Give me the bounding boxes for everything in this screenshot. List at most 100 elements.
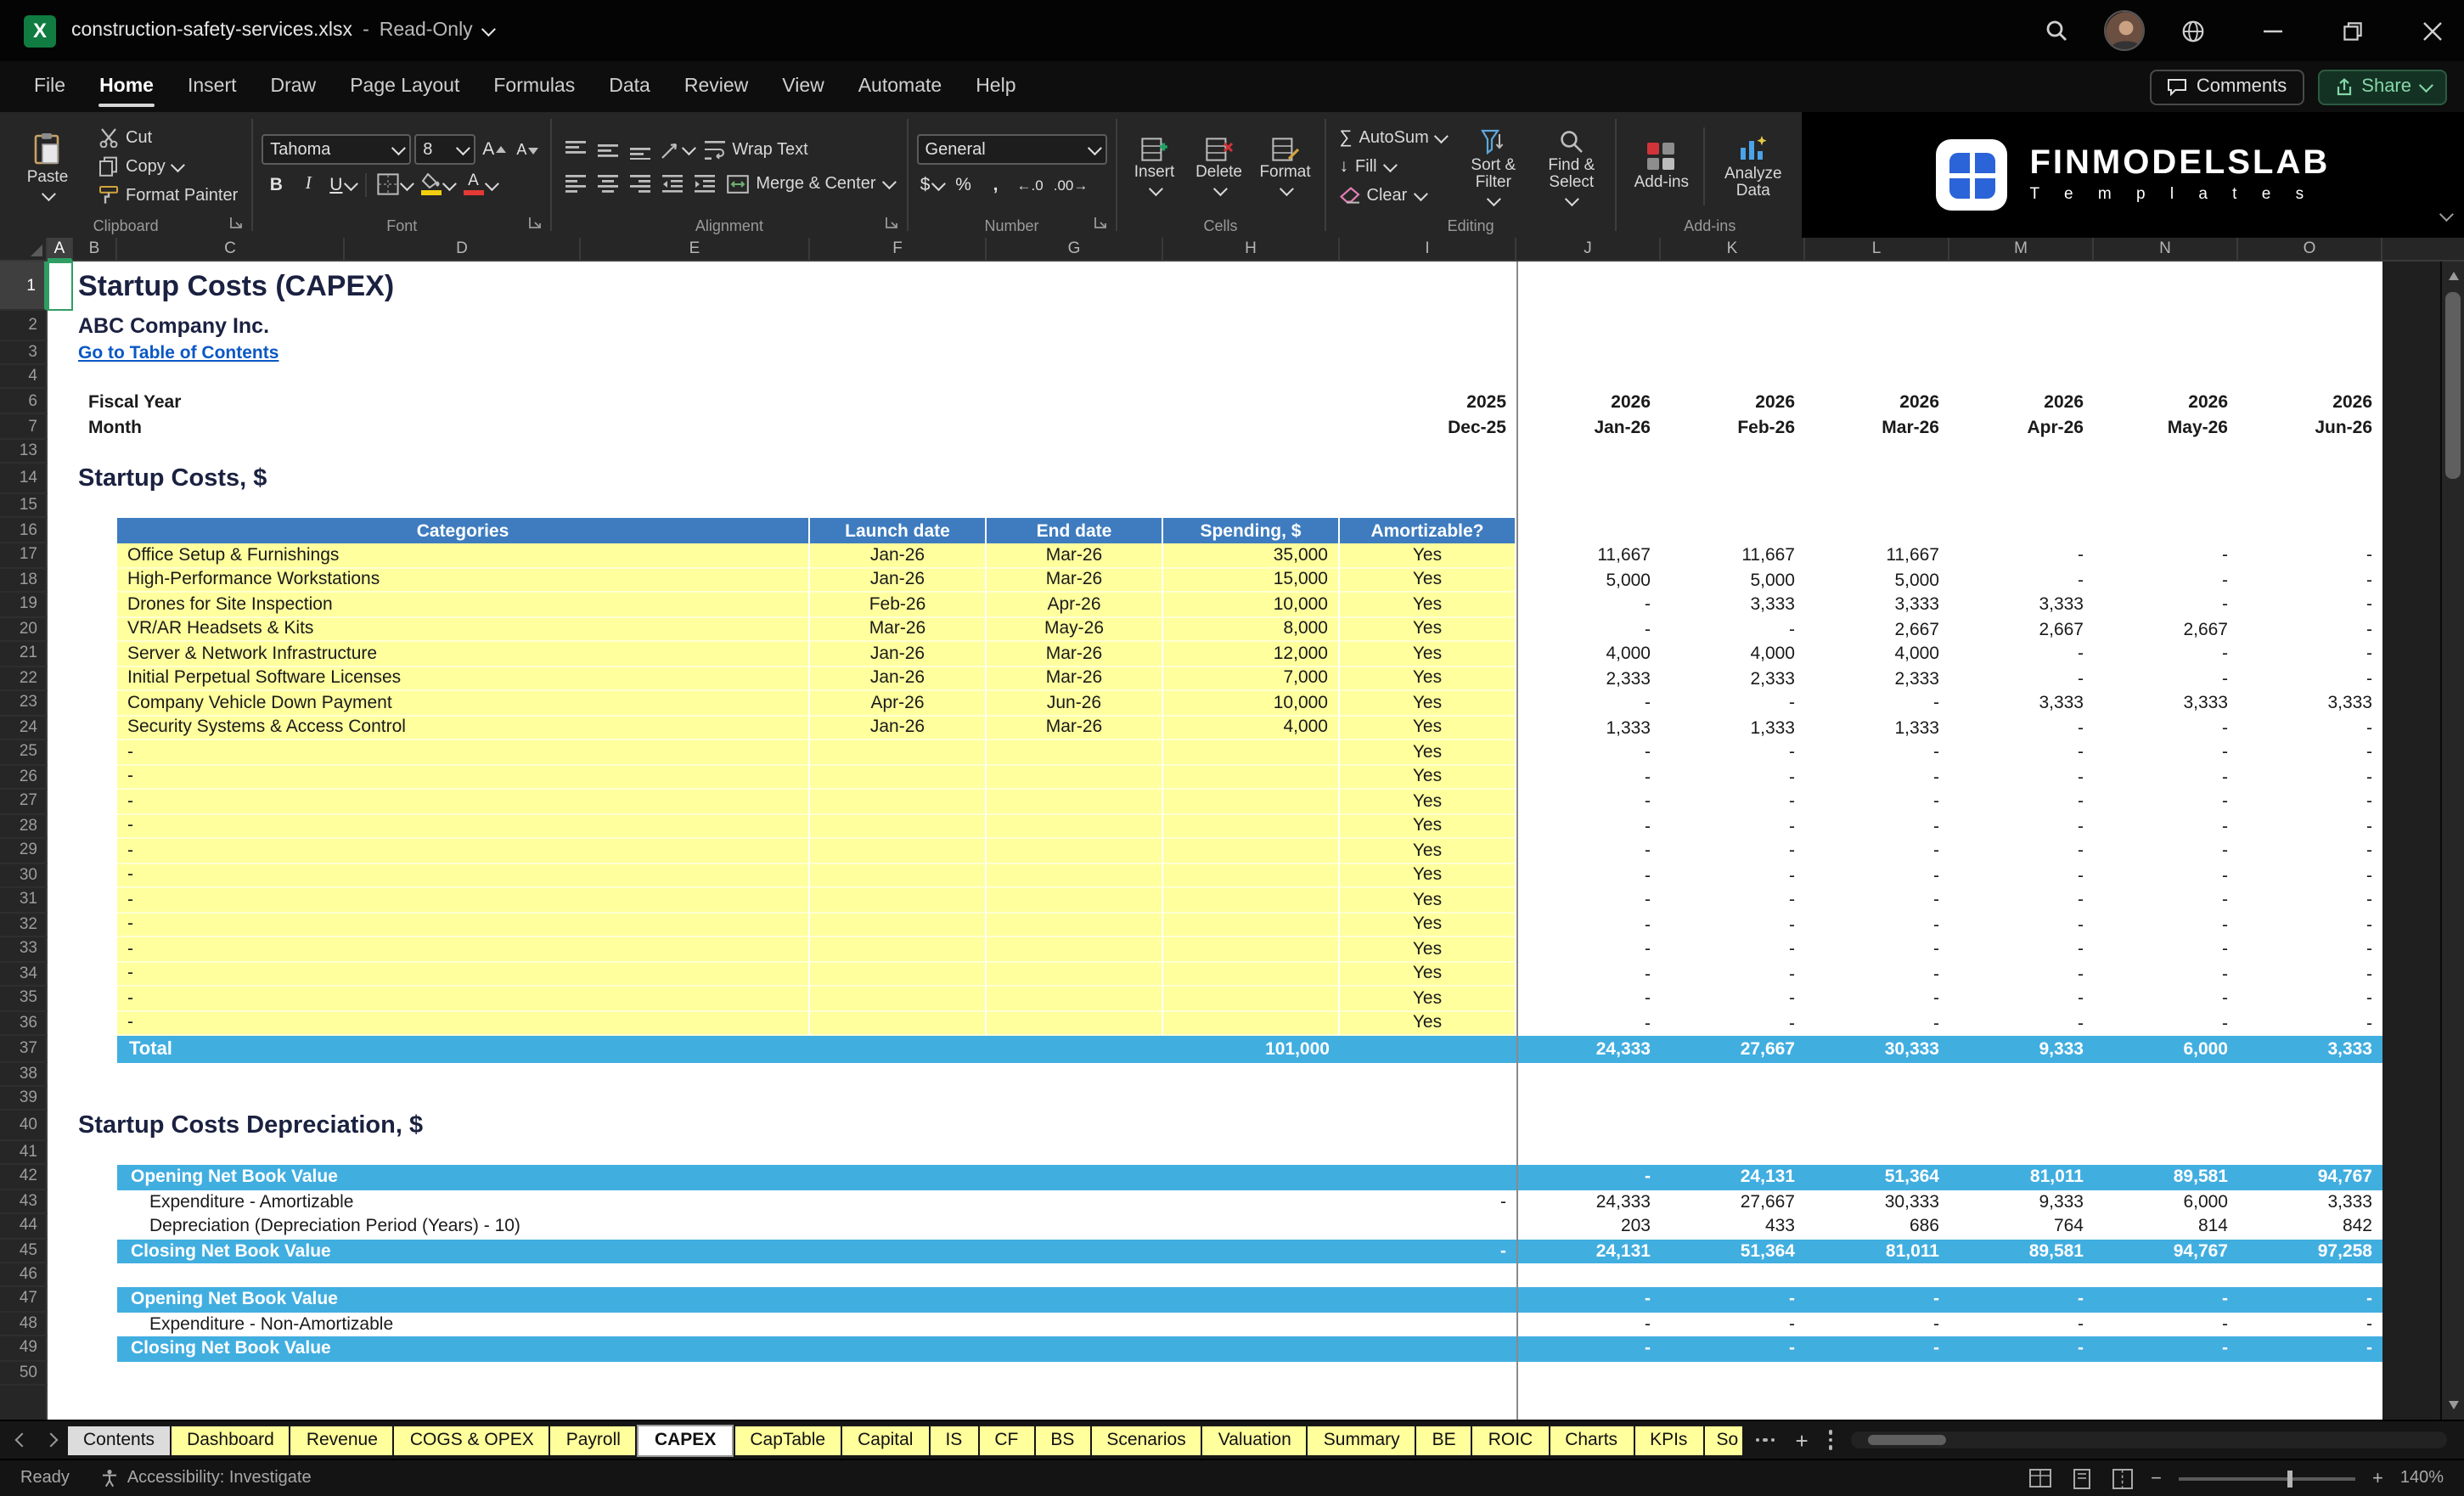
dep-month-cell[interactable]: -: [1805, 1312, 1949, 1336]
launch-date-cell[interactable]: [810, 1011, 987, 1036]
row-header-38[interactable]: 38: [0, 1063, 48, 1087]
restore-button[interactable]: [2320, 0, 2384, 61]
comma-style-button[interactable]: ,: [982, 170, 1010, 199]
insert-cells-button[interactable]: Insert: [1126, 117, 1184, 216]
launch-date-cell[interactable]: [810, 962, 987, 987]
total-month-cell[interactable]: 27,667: [1661, 1036, 1805, 1063]
increase-indent-button[interactable]: [689, 169, 718, 198]
category-cell[interactable]: VR/AR Headsets & Kits: [117, 617, 810, 642]
end-date-cell[interactable]: Mar-26: [987, 568, 1163, 593]
decrease-indent-button[interactable]: [657, 169, 686, 198]
section-heading[interactable]: Startup Costs Depreciation, $: [78, 1111, 859, 1141]
sheet-options-button[interactable]: [1822, 1430, 1840, 1450]
month-value-cell[interactable]: -: [1949, 740, 2094, 765]
month-value-cell[interactable]: -: [1949, 987, 2094, 1011]
column-header-J[interactable]: J: [1516, 238, 1661, 262]
category-cell[interactable]: -: [117, 1011, 810, 1036]
month-value-cell[interactable]: 1,333: [1661, 716, 1805, 740]
band-month-cell[interactable]: 94,767: [2094, 1239, 2238, 1263]
sheet-tab-be[interactable]: BE: [1416, 1426, 1471, 1454]
month-value-cell[interactable]: -: [1661, 987, 1805, 1011]
month-value-cell[interactable]: 3,333: [1949, 691, 2094, 716]
connected-experiences-button[interactable]: [2160, 0, 2225, 61]
orientation-button[interactable]: [657, 135, 697, 164]
period-month-cell[interactable]: 2026: [1516, 389, 1661, 414]
band-label[interactable]: Closing Net Book Value: [121, 1239, 766, 1263]
row-header-23[interactable]: 23: [0, 691, 48, 716]
sheet-tab-payroll[interactable]: Payroll: [550, 1426, 636, 1454]
row-header-31[interactable]: 31: [0, 888, 48, 913]
row-header-4[interactable]: 4: [0, 365, 48, 389]
launch-date-cell[interactable]: [810, 790, 987, 814]
vertical-scrollbar-thumb[interactable]: [2445, 292, 2461, 479]
end-date-cell[interactable]: [987, 790, 1163, 814]
table-header-cell[interactable]: Launch date: [810, 518, 987, 543]
row-header-50[interactable]: 50: [0, 1361, 48, 1385]
month-value-cell[interactable]: -: [1661, 740, 1805, 765]
month-value-cell[interactable]: -: [1805, 937, 1949, 962]
column-header-D[interactable]: D: [345, 238, 581, 262]
sheet-tab-roic[interactable]: ROIC: [1472, 1426, 1549, 1454]
month-value-cell[interactable]: -: [1949, 765, 2094, 790]
dep-month-cell[interactable]: 203: [1516, 1214, 1661, 1239]
month-value-cell[interactable]: -: [1516, 962, 1661, 987]
horizontal-scrollbar-thumb[interactable]: [1868, 1435, 1947, 1445]
month-value-cell[interactable]: -: [1661, 1011, 1805, 1036]
menu-tab-view[interactable]: View: [765, 61, 841, 112]
amortizable-cell[interactable]: Yes: [1340, 913, 1516, 937]
month-value-cell[interactable]: 5,000: [1805, 568, 1949, 593]
end-date-cell[interactable]: Apr-26: [987, 593, 1163, 617]
band-month-cell[interactable]: -: [2094, 1287, 2238, 1312]
cut-button[interactable]: Cut: [93, 123, 243, 152]
dep-month-cell[interactable]: 6,000: [2094, 1189, 2238, 1214]
month-value-cell[interactable]: -: [1661, 617, 1805, 642]
band-month-cell[interactable]: 51,364: [1661, 1239, 1805, 1263]
month-value-cell[interactable]: 2,333: [1805, 666, 1949, 691]
spending-cell[interactable]: 8,000: [1163, 617, 1340, 642]
band-month-cell[interactable]: -: [2094, 1336, 2238, 1361]
month-value-cell[interactable]: -: [2238, 888, 2382, 913]
end-date-cell[interactable]: [987, 839, 1163, 863]
month-value-cell[interactable]: -: [2094, 666, 2238, 691]
month-value-cell[interactable]: -: [1661, 863, 1805, 888]
month-value-cell[interactable]: -: [1516, 740, 1661, 765]
spending-cell[interactable]: [1163, 863, 1340, 888]
launch-date-cell[interactable]: [810, 839, 987, 863]
row-header-45[interactable]: 45: [0, 1239, 48, 1263]
column-header-O[interactable]: O: [2238, 238, 2382, 262]
category-cell[interactable]: Drones for Site Inspection: [117, 593, 810, 617]
period-month-cell[interactable]: May-26: [2094, 414, 2238, 440]
band-month-cell[interactable]: 24,131: [1661, 1165, 1805, 1189]
category-cell[interactable]: -: [117, 790, 810, 814]
month-value-cell[interactable]: -: [1949, 962, 2094, 987]
amortizable-cell[interactable]: Yes: [1340, 863, 1516, 888]
sheet-tab-is[interactable]: IS: [930, 1426, 978, 1454]
month-value-cell[interactable]: -: [2238, 1011, 2382, 1036]
amortizable-cell[interactable]: Yes: [1340, 716, 1516, 740]
spending-cell[interactable]: [1163, 937, 1340, 962]
month-value-cell[interactable]: -: [2238, 716, 2382, 740]
spending-cell[interactable]: 35,000: [1163, 543, 1340, 568]
period-month-cell[interactable]: Jun-26: [2238, 414, 2382, 440]
month-value-cell[interactable]: -: [1516, 888, 1661, 913]
account-avatar[interactable]: [2104, 10, 2145, 51]
borders-button[interactable]: [373, 170, 414, 199]
category-cell[interactable]: -: [117, 863, 810, 888]
month-value-cell[interactable]: -: [1805, 790, 1949, 814]
launch-date-cell[interactable]: Feb-26: [810, 593, 987, 617]
month-value-cell[interactable]: -: [1949, 642, 2094, 666]
month-value-cell[interactable]: -: [2238, 814, 2382, 839]
spending-cell[interactable]: [1163, 913, 1340, 937]
category-cell[interactable]: -: [117, 888, 810, 913]
band-month-cell[interactable]: -: [2238, 1336, 2382, 1361]
font-size-select[interactable]: 8: [414, 134, 476, 165]
table-header-cell[interactable]: Spending, $: [1163, 518, 1340, 543]
zoom-slider[interactable]: [2178, 1470, 2355, 1487]
launch-date-cell[interactable]: [810, 888, 987, 913]
month-value-cell[interactable]: -: [1949, 913, 2094, 937]
month-value-cell[interactable]: -: [1516, 913, 1661, 937]
month-value-cell[interactable]: -: [1949, 790, 2094, 814]
row-header-24[interactable]: 24: [0, 716, 48, 740]
month-value-cell[interactable]: -: [2094, 962, 2238, 987]
band-month-cell[interactable]: -: [1516, 1287, 1661, 1312]
